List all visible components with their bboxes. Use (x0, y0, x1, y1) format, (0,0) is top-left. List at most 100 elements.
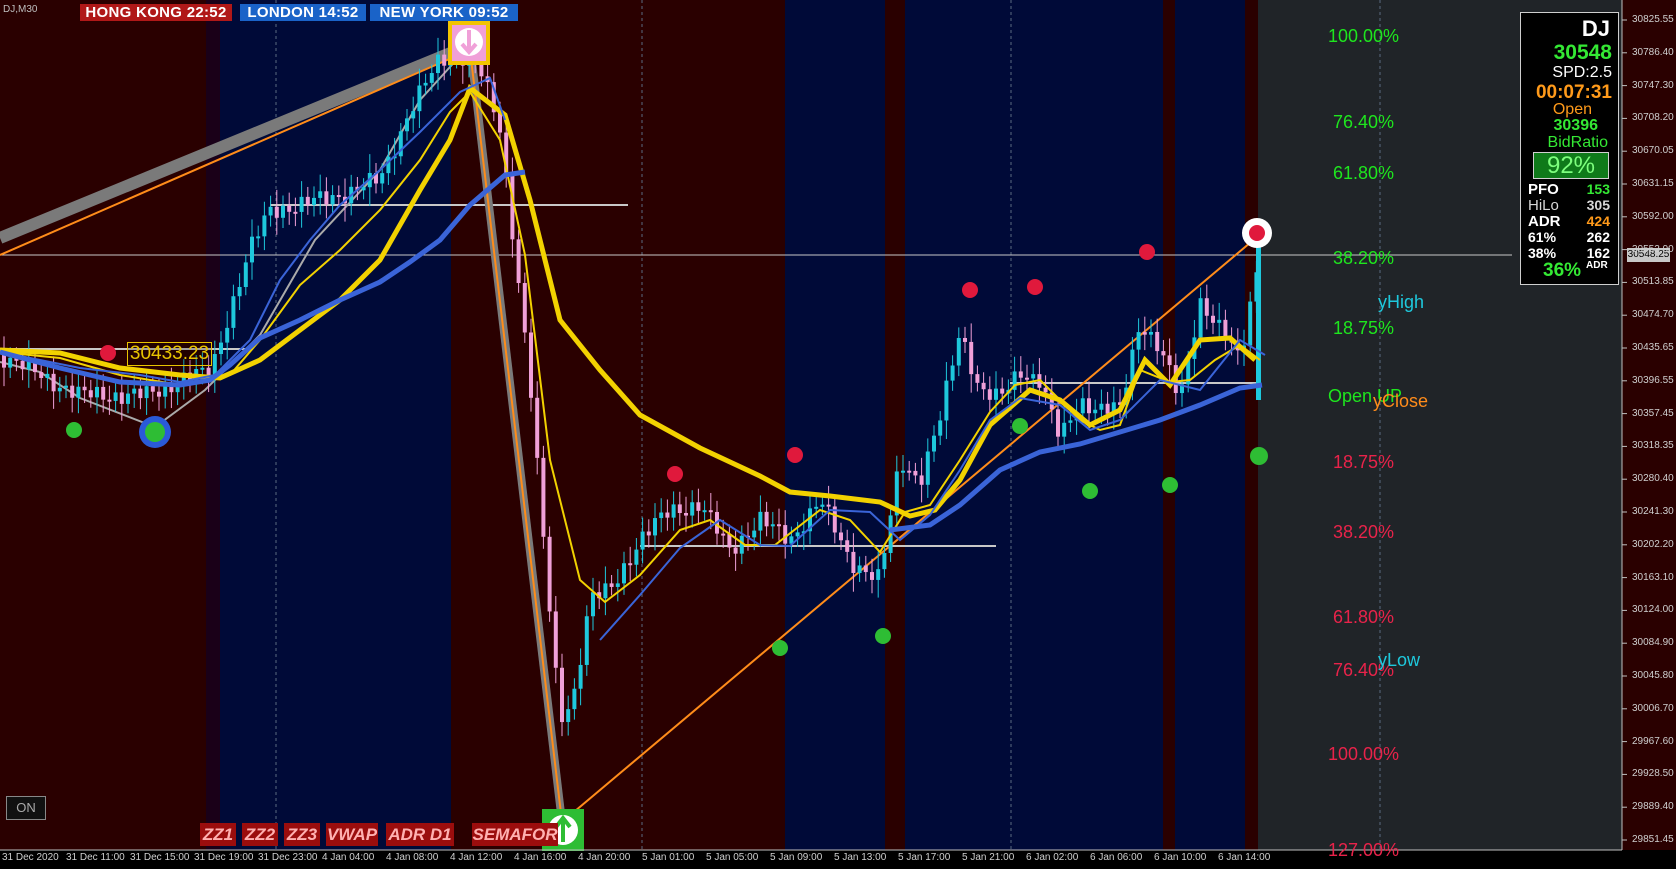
candle-body (944, 380, 949, 421)
x-axis-tick-label: 31 Dec 23:00 (258, 852, 318, 863)
candle-body (901, 470, 905, 473)
candle-body (150, 386, 155, 392)
info-row-value: 153 (1586, 181, 1610, 197)
info-symbol: DJ (1581, 16, 1610, 41)
y-axis-tick-label: 29851.45 (1632, 834, 1674, 845)
candle-body (318, 191, 323, 198)
x-axis-tick-label: 31 Dec 19:00 (194, 852, 254, 863)
candle-body (584, 616, 589, 665)
candle-body (566, 709, 571, 723)
candle-body (386, 156, 391, 174)
candle-body (157, 391, 161, 397)
candle-body (987, 389, 992, 400)
y-axis-tick-label: 30631.15 (1632, 178, 1674, 189)
yhigh-label: yHigh (1378, 292, 1425, 312)
candle-body (76, 386, 81, 398)
candle-body (1167, 355, 1172, 366)
candle-body (64, 385, 68, 388)
candle-body (659, 512, 664, 519)
candle-body (405, 118, 409, 132)
candle-body (665, 512, 670, 518)
fib-down-38: 38.20% (1333, 522, 1395, 542)
candle-body (132, 388, 137, 394)
zz1-button[interactable]: ZZ1 (200, 823, 236, 846)
x-axis-tick-label: 6 Jan 10:00 (1154, 852, 1207, 863)
x-axis-tick-label: 31 Dec 15:00 (130, 852, 190, 863)
info-row-label: ADR (1528, 213, 1561, 230)
candle-body (1080, 398, 1085, 414)
candle-body (591, 592, 595, 617)
fib-up-38: 38.20% (1333, 248, 1395, 268)
info-row-label: PFO (1528, 181, 1559, 198)
vwap-button[interactable]: VWAP (326, 823, 378, 846)
candle-body (1056, 409, 1060, 437)
y-axis-tick-label: 30786.40 (1632, 46, 1674, 58)
candle-body (770, 524, 775, 527)
zz3-button[interactable]: ZZ3 (284, 823, 320, 846)
candle-body (863, 565, 868, 573)
candle-body (677, 504, 682, 514)
y-axis-tick-label: 29928.50 (1632, 768, 1674, 780)
semafor-button[interactable]: SEMAFOR (472, 823, 558, 846)
clock-new-york: NEW YORK 09:52 (370, 4, 518, 21)
candle-body (1149, 331, 1153, 335)
candle-body (640, 531, 645, 550)
candle-body (330, 195, 335, 205)
candle-body (361, 187, 366, 191)
candle-body (336, 195, 341, 198)
candle-body (696, 502, 701, 511)
adr-d1-button[interactable]: ADR D1 (386, 823, 454, 846)
info-adr-small: ADR (1586, 260, 1608, 271)
candle-body (1198, 298, 1203, 338)
x-axis-tick-label: 31 Dec 11:00 (66, 852, 125, 863)
candle-body (814, 506, 819, 509)
candle-body (690, 502, 695, 516)
price-chart[interactable] (0, 0, 1676, 869)
info-row-label: HiLo (1528, 197, 1559, 214)
candle-body (975, 374, 980, 383)
info-bid-value: 92% (1533, 152, 1609, 179)
candle-body (237, 287, 242, 297)
candle-body (126, 393, 130, 404)
info-row-label: 61% (1528, 229, 1557, 245)
candle-body (107, 399, 112, 402)
y-axis-tick-label: 30552.90 (1632, 243, 1674, 255)
fib-up-100: 100.00% (1328, 26, 1400, 46)
candle-body (826, 504, 831, 507)
candle-body (1043, 387, 1048, 393)
yclose-label: yClose (1373, 391, 1429, 411)
candle-body (57, 387, 62, 392)
candle-body (938, 420, 943, 436)
candle-body (950, 365, 955, 381)
candle-body (708, 510, 713, 513)
y-axis-tick-label: 30124.00 (1632, 604, 1674, 616)
candle-body (312, 197, 316, 205)
candle-body (429, 73, 434, 83)
candle-body (200, 367, 205, 370)
y-axis-tick-label: 30357.45 (1632, 407, 1674, 419)
candle-body (845, 540, 850, 552)
info-spread: SPD:2.5 (1552, 64, 1612, 81)
symbol-label: DJ,M30 (3, 4, 38, 15)
info-row-label: 38% (1528, 245, 1557, 261)
candle-body (913, 470, 918, 476)
x-axis-tick-label: 5 Jan 09:00 (770, 852, 823, 863)
fib-up-76: 76.40% (1333, 112, 1395, 132)
candle-body (268, 206, 273, 216)
x-axis-tick-label: 4 Jan 08:00 (386, 852, 439, 863)
y-axis-tick-label: 30280.40 (1632, 473, 1674, 485)
candle-body (783, 525, 788, 544)
candle-body (609, 583, 614, 587)
candle-body (702, 510, 707, 513)
zz2-button[interactable]: ZZ2 (242, 823, 278, 846)
candle-body (795, 532, 800, 537)
on-toggle-button[interactable]: ON (6, 796, 46, 820)
candle-body (628, 563, 633, 566)
y-axis-tick-label: 29967.60 (1632, 735, 1674, 747)
candle-body (870, 572, 874, 580)
candle-body (8, 357, 13, 368)
candle-body (553, 611, 558, 668)
candle-body (113, 392, 118, 401)
candle-body (615, 583, 620, 587)
x-axis-tick-label: 4 Jan 16:00 (514, 852, 567, 863)
